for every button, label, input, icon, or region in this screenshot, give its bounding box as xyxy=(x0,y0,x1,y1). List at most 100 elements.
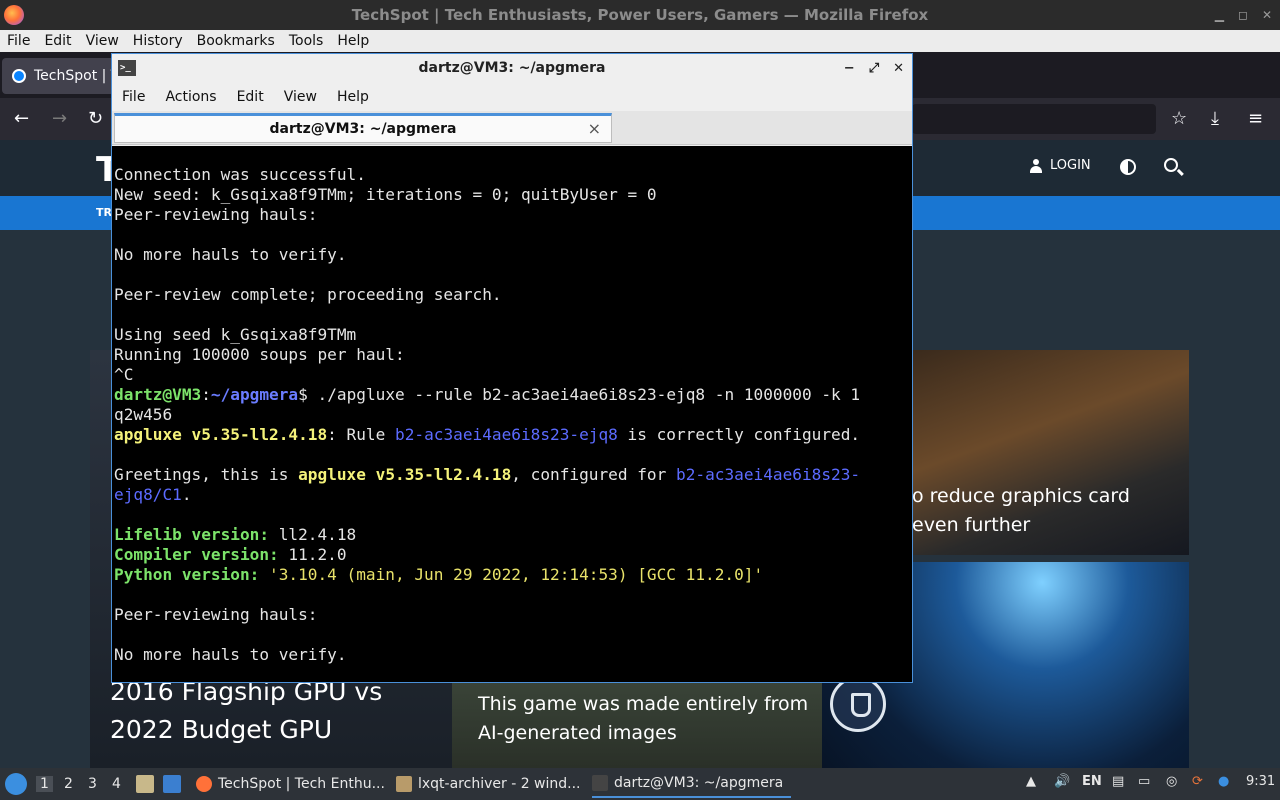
terminal-window-controls: − ⤢ ✕ xyxy=(844,54,904,82)
prompt-path: ~/apgmera xyxy=(210,385,299,404)
terminal-line: New seed: k_Gsqixa8f9TMm; iterations = 0… xyxy=(114,185,657,204)
article-card-caption: 2016 Flagship GPU vs 2022 Budget GPU xyxy=(110,677,383,744)
keyboard-layout-indicator[interactable]: EN xyxy=(1082,774,1102,789)
prompt-colon: : xyxy=(201,385,211,404)
terminal-tabbar: dartz@VM3: ~/apgmera × xyxy=(112,111,912,145)
menu-bookmarks[interactable]: Bookmarks xyxy=(190,33,282,49)
taskbar-task-firefox[interactable]: TechSpot | Tech Enthu... xyxy=(196,770,385,798)
terminal-menu-view[interactable]: View xyxy=(274,89,327,105)
browser-tab-label: TechSpot | T xyxy=(34,68,120,84)
terminal-line: Greetings, this is apgluxe v5.35-ll2.4.1… xyxy=(114,465,861,484)
terminal-line: q2w456 xyxy=(114,405,173,424)
menu-file[interactable]: File xyxy=(0,33,37,49)
taskbar-task-terminal[interactable]: dartz@VM3: ~/apgmera xyxy=(592,770,792,798)
workspace-4[interactable]: 4 xyxy=(112,776,121,792)
terminal-titlebar: >_ dartz@VM3: ~/apgmera − ⤢ ✕ xyxy=(112,54,912,82)
prompt-user: dartz@VM3 xyxy=(114,385,202,404)
terminal-line: ejq8/C1. xyxy=(114,485,192,504)
shield-badge-icon xyxy=(830,676,886,732)
back-arrow-icon[interactable]: ← xyxy=(14,108,29,129)
menu-edit[interactable]: Edit xyxy=(37,33,78,49)
firefox-menubar: File Edit View History Bookmarks Tools H… xyxy=(0,30,1280,52)
workspace-3[interactable]: 3 xyxy=(88,776,97,792)
minimize-icon[interactable]: ▁ xyxy=(1215,8,1224,22)
prompt-command: $ ./apgluxe --rule b2-ac3aei4ae6i8s23-ej… xyxy=(298,385,861,404)
hamburger-menu-icon[interactable]: ≡ xyxy=(1248,108,1263,129)
terminal-line: No more hauls to verify. xyxy=(114,245,347,264)
show-desktop-icon[interactable] xyxy=(163,775,181,793)
terminal-line: Peer-reviewing hauls: xyxy=(114,605,318,624)
volume-icon[interactable]: 🔊 xyxy=(1054,774,1070,789)
close-icon[interactable]: ✕ xyxy=(893,61,904,76)
site-nav-item[interactable]: TR xyxy=(96,206,112,219)
firefox-window-controls: ▁ ◻ ✕ xyxy=(1215,0,1272,30)
terminal-line: No more hauls to verify. xyxy=(114,645,347,664)
menu-tools[interactable]: Tools xyxy=(282,33,331,49)
terminal-line: Using seed k_Gsqixa8f9TMm xyxy=(114,325,357,344)
terminal-line: Peer-review complete; proceeding search. xyxy=(114,285,502,304)
search-icon[interactable] xyxy=(1164,158,1178,172)
clock[interactable]: 9:31 xyxy=(1246,774,1275,789)
terminal-window: >_ dartz@VM3: ~/apgmera − ⤢ ✕ File Actio… xyxy=(111,53,913,683)
close-icon[interactable]: ✕ xyxy=(1262,8,1272,22)
minimize-icon[interactable]: − xyxy=(844,61,855,76)
terminal-icon xyxy=(592,775,608,791)
network-icon[interactable]: ◎ xyxy=(1166,774,1177,789)
terminal-line: Running 100000 soups per haul: xyxy=(114,345,405,364)
terminal-menubar: File Actions Edit View Help xyxy=(112,83,912,111)
update-icon[interactable]: ⟳ xyxy=(1192,774,1203,789)
download-icon[interactable]: ⤓ xyxy=(1211,108,1219,129)
techspot-favicon-icon xyxy=(12,69,26,83)
clipboard-icon[interactable]: ▤ xyxy=(1112,774,1124,789)
terminal-menu-help[interactable]: Help xyxy=(327,89,379,105)
article-card-caption: This game was made entirely from AI-gene… xyxy=(478,693,809,744)
article-card-graphics[interactable]: o reduce graphics card even further xyxy=(912,350,1189,555)
terminal-output[interactable]: Connection was successful. New seed: k_G… xyxy=(112,146,912,682)
terminal-line: apgluxe v5.35-ll2.4.18: Rule b2-ac3aei4a… xyxy=(114,425,861,444)
info-icon[interactable]: ● xyxy=(1218,774,1229,789)
terminal-prompt-line: dartz@VM3:~/apgmera$ ./apgluxe --rule b2… xyxy=(112,385,912,405)
tray-notification-icon[interactable]: ▲ xyxy=(1026,774,1036,789)
login-button[interactable]: LOGIN xyxy=(1030,158,1091,173)
article-card-ai-game[interactable]: This game was made entirely from AI-gene… xyxy=(452,680,822,768)
workspace-1[interactable]: 1 xyxy=(36,776,53,792)
maximize-icon[interactable]: ⤢ xyxy=(869,61,879,76)
firefox-logo-icon xyxy=(4,5,24,25)
tab-close-icon[interactable]: × xyxy=(588,119,601,138)
screen-icon[interactable]: ▭ xyxy=(1138,774,1150,789)
terminal-menu-file[interactable]: File xyxy=(112,89,155,105)
terminal-tab-label: dartz@VM3: ~/apgmera xyxy=(269,121,457,137)
taskbar-task-archiver[interactable]: lxqt-archiver - 2 wind... xyxy=(396,770,581,798)
start-menu-icon[interactable] xyxy=(5,773,27,795)
url-bar[interactable] xyxy=(912,104,1156,134)
firefox-titlebar: TechSpot | Tech Enthusiasts, Power Users… xyxy=(0,0,1280,30)
archiver-icon xyxy=(396,776,412,792)
workspace-2[interactable]: 2 xyxy=(64,776,73,792)
person-icon xyxy=(1030,158,1042,173)
menu-history[interactable]: History xyxy=(126,33,190,49)
file-manager-icon[interactable] xyxy=(136,775,154,793)
maximize-icon[interactable]: ◻ xyxy=(1238,8,1248,22)
firefox-window-title: TechSpot | Tech Enthusiasts, Power Users… xyxy=(351,6,929,24)
bookmark-star-icon[interactable]: ☆ xyxy=(1171,108,1187,129)
reload-icon[interactable]: ↻ xyxy=(88,108,103,129)
menu-help[interactable]: Help xyxy=(330,33,376,49)
terminal-line: Python version: '3.10.4 (main, Jun 29 20… xyxy=(114,565,764,584)
terminal-line: ^C xyxy=(114,365,134,384)
terminal-tab[interactable]: dartz@VM3: ~/apgmera × xyxy=(114,113,612,143)
terminal-menu-actions[interactable]: Actions xyxy=(155,89,226,105)
forward-arrow-icon[interactable]: → xyxy=(52,108,67,129)
terminal-window-title: dartz@VM3: ~/apgmera xyxy=(418,60,606,76)
terminal-line: Compiler version: 11.2.0 xyxy=(114,545,347,564)
firefox-icon xyxy=(196,776,212,792)
terminal-menu-edit[interactable]: Edit xyxy=(227,89,274,105)
menu-view[interactable]: View xyxy=(79,33,126,49)
login-label: LOGIN xyxy=(1050,158,1091,173)
contrast-toggle-icon[interactable] xyxy=(1120,159,1136,175)
